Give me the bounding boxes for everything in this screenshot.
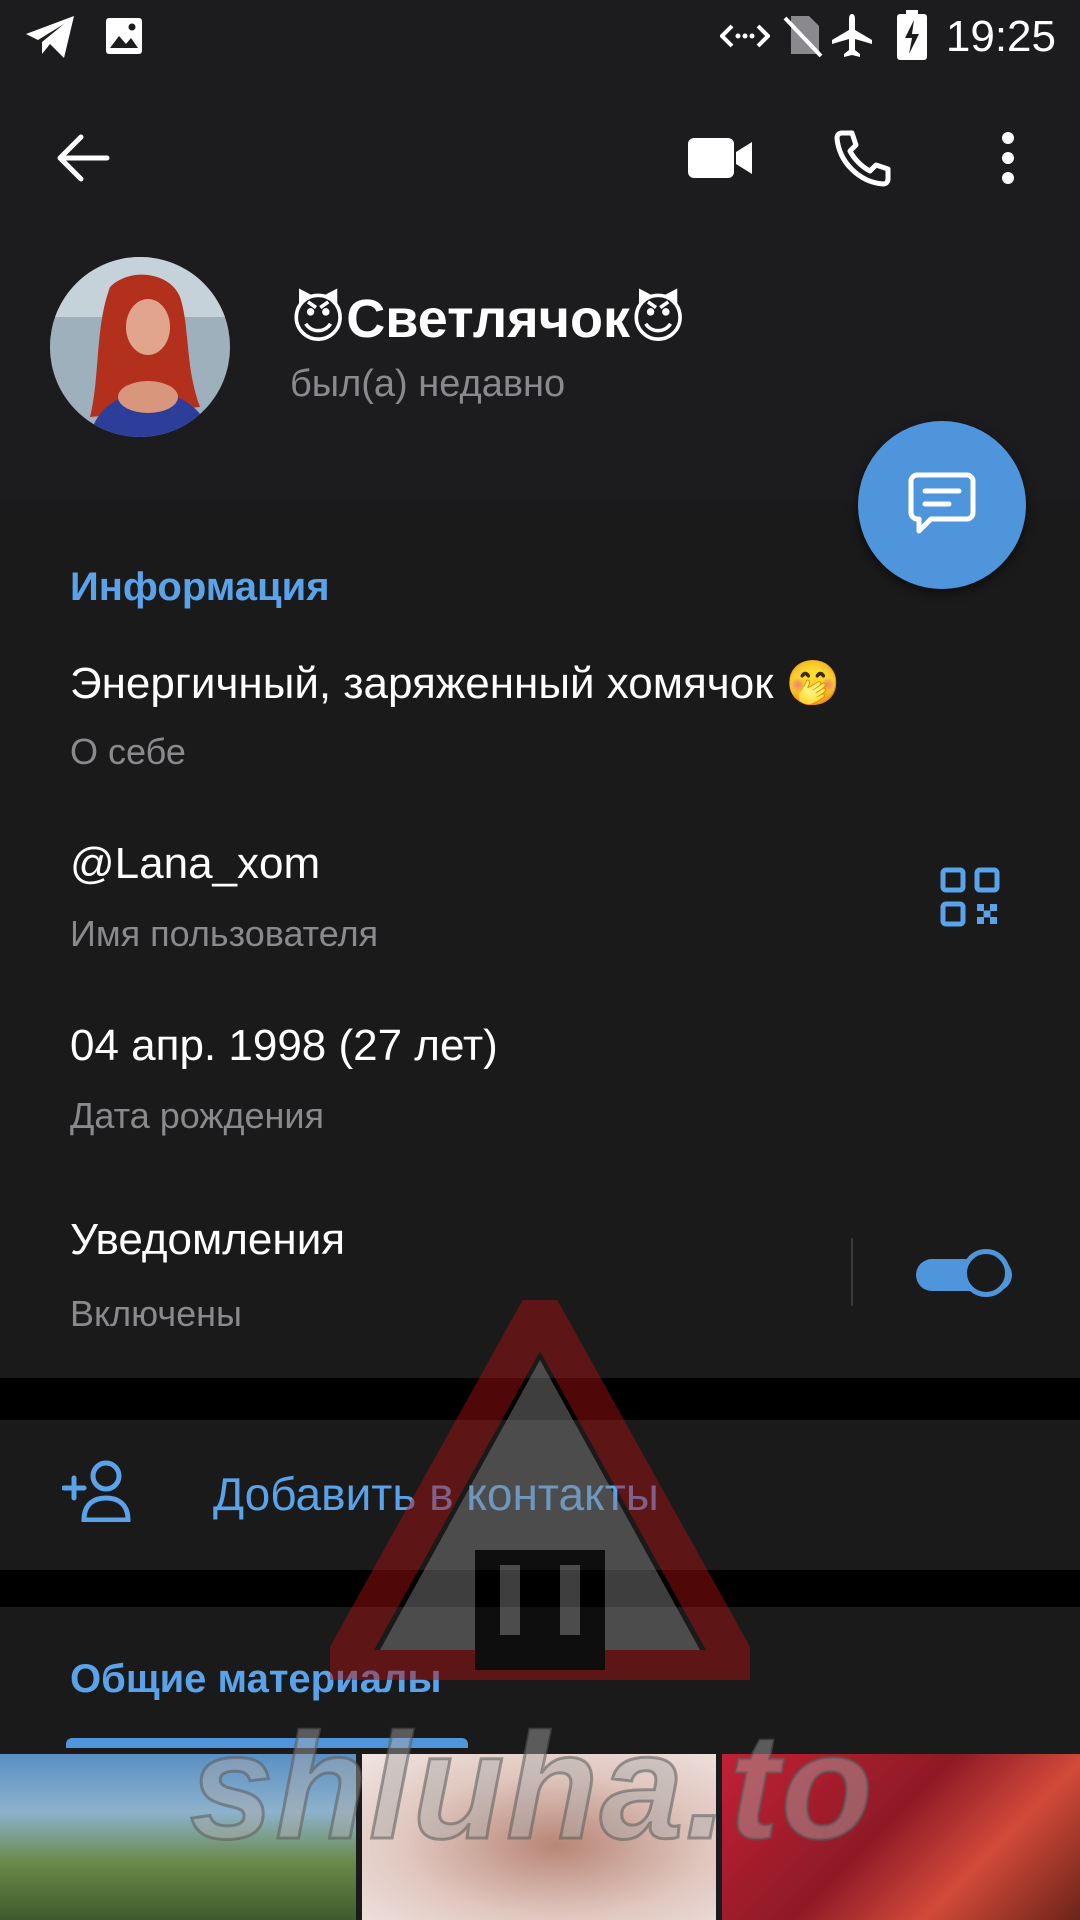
watermark-text: shluha.to [189,1701,875,1872]
telegram-icon [24,14,76,65]
notifications-status: Включены [70,1293,242,1334]
notifications-title[interactable]: Уведомления [70,1215,345,1265]
back-arrow-icon [55,133,111,188]
notifications-divider [851,1238,853,1306]
phone-call-button[interactable] [818,115,908,205]
username-text[interactable]: @Lana_xom [70,839,320,889]
birthday-label: Дата рождения [70,1095,324,1136]
image-icon [104,16,144,61]
profile-name: 😈Светлячок😈 [290,289,687,349]
data-saver-icon [719,18,771,59]
more-vert-icon [1001,131,1015,189]
avatar[interactable] [50,257,230,437]
watermark-logo [320,1290,760,1690]
bio-text[interactable]: Энергичный, заряженный хомячок 🤭 [70,657,840,709]
status-bar: 19:25 [0,0,1080,75]
battery-charging-icon [897,10,927,65]
birthday-text[interactable]: 04 апр. 1998 (27 лет) [70,1021,498,1071]
qr-code-icon [940,867,1000,931]
message-fab-button[interactable] [858,421,1026,589]
add-person-icon [61,1460,136,1527]
phone-icon [834,129,892,192]
toggle-knob [962,1249,1010,1297]
no-sim-icon [783,12,823,63]
qr-code-button[interactable] [940,867,1000,932]
back-button[interactable] [38,115,128,205]
status-time: 19:25 [945,12,1056,61]
username-label: Имя пользователя [70,913,379,954]
video-call-button[interactable] [676,115,766,205]
info-section-title: Информация [70,565,330,609]
video-call-icon [688,136,754,185]
bio-label: О себе [70,731,186,772]
notifications-toggle[interactable] [914,1243,1018,1303]
airplane-mode-icon [828,12,876,65]
app-bar [0,75,1080,235]
more-options-button[interactable] [963,115,1053,205]
message-icon [907,471,977,540]
last-seen-status: был(а) недавно [290,363,566,405]
